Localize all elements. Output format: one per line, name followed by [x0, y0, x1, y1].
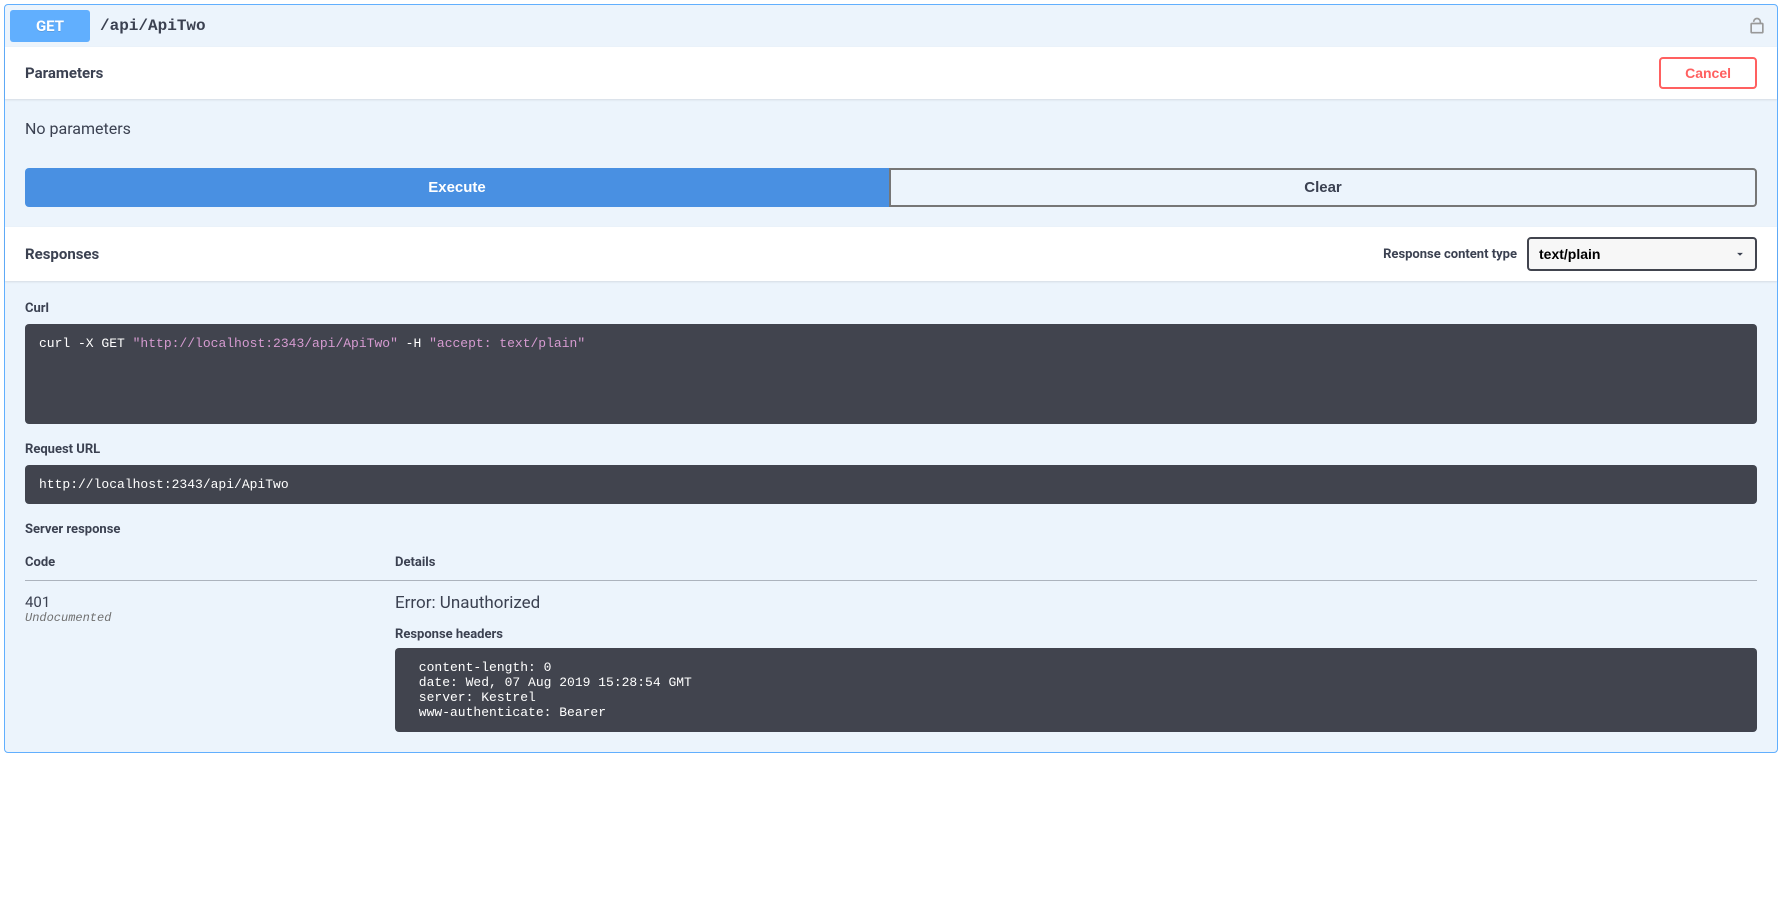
- curl-flag: -H: [398, 336, 429, 351]
- action-buttons-row: Execute Clear: [25, 168, 1757, 207]
- operation-summary[interactable]: GET /api/ApiTwo: [5, 5, 1777, 47]
- cancel-button[interactable]: Cancel: [1659, 57, 1757, 89]
- curl-accept: "accept: text/plain": [429, 336, 585, 351]
- parameters-body: No parameters Execute Clear: [5, 99, 1777, 227]
- content-type-label: Response content type: [1383, 247, 1517, 262]
- curl-prefix: curl -X GET: [39, 336, 133, 351]
- response-headers-title: Response headers: [395, 627, 1757, 642]
- response-code: 401: [25, 593, 395, 611]
- response-table: Code Details 401 Undocumented Error: Una…: [25, 545, 1757, 732]
- clear-button[interactable]: Clear: [889, 168, 1757, 207]
- request-url-value: http://localhost:2343/api/ApiTwo: [25, 465, 1757, 504]
- unlock-icon[interactable]: [1747, 16, 1767, 36]
- code-column-header: Code: [25, 545, 395, 581]
- undocumented-label: Undocumented: [25, 611, 395, 625]
- curl-label: Curl: [25, 301, 1757, 316]
- details-column-header: Details: [395, 545, 1757, 581]
- error-message: Error: Unauthorized: [395, 593, 1757, 613]
- curl-url: "http://localhost:2343/api/ApiTwo": [133, 336, 398, 351]
- response-headers-block: content-length: 0 date: Wed, 07 Aug 2019…: [395, 648, 1757, 732]
- request-url-label: Request URL: [25, 442, 1757, 457]
- content-type-select[interactable]: text/plain: [1527, 237, 1757, 271]
- responses-title: Responses: [25, 245, 99, 263]
- content-type-control: Response content type text/plain: [1383, 237, 1757, 271]
- execute-button[interactable]: Execute: [25, 168, 889, 207]
- server-response-label: Server response: [25, 522, 1757, 537]
- response-row: 401 Undocumented Error: Unauthorized Res…: [25, 581, 1757, 733]
- parameters-header: Parameters Cancel: [5, 47, 1777, 99]
- opblock-get: GET /api/ApiTwo Parameters Cancel No par…: [4, 4, 1778, 753]
- no-parameters-text: No parameters: [25, 119, 1757, 138]
- http-method-badge: GET: [10, 10, 90, 42]
- curl-command: curl -X GET "http://localhost:2343/api/A…: [25, 324, 1757, 424]
- endpoint-path: /api/ApiTwo: [100, 17, 206, 35]
- parameters-title: Parameters: [25, 64, 103, 82]
- responses-body: Curl curl -X GET "http://localhost:2343/…: [5, 281, 1777, 752]
- responses-header: Responses Response content type text/pla…: [5, 227, 1777, 281]
